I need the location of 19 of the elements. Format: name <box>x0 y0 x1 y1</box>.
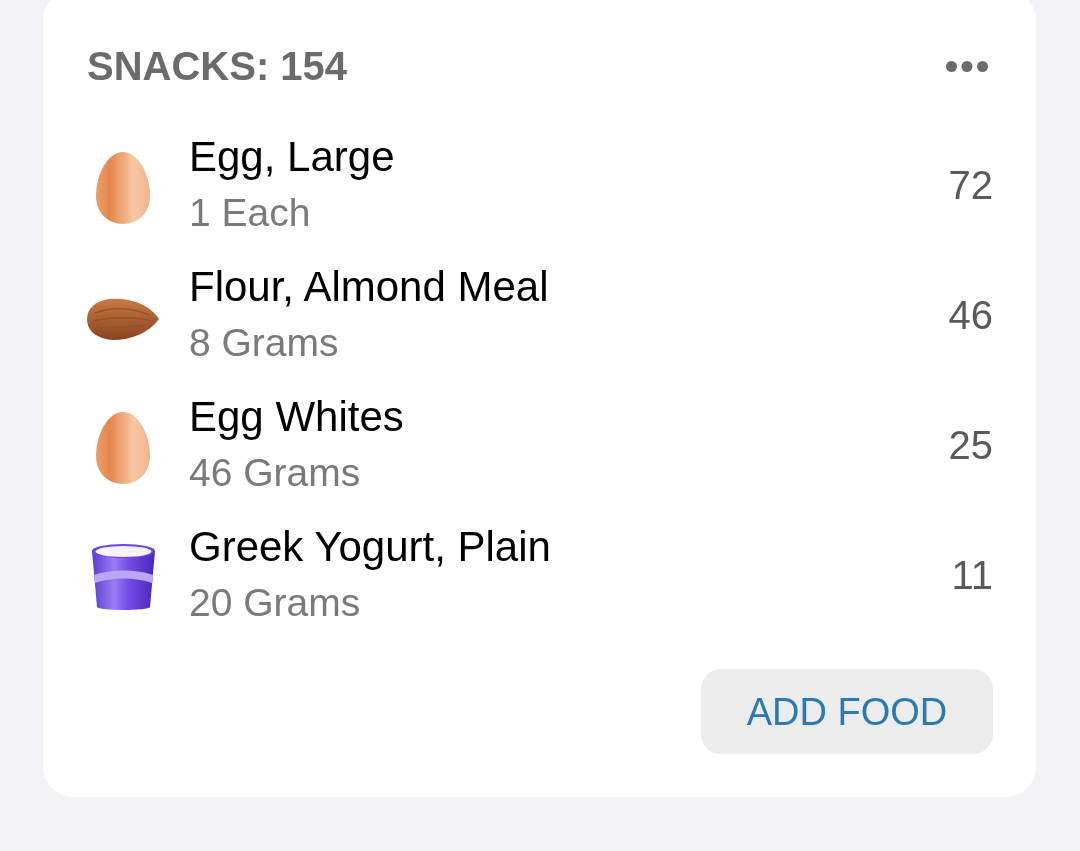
egg-icon <box>96 412 150 484</box>
food-name: Greek Yogurt, Plain <box>189 522 551 572</box>
serving-size: 8 Grams <box>189 320 339 366</box>
food-name: Flour, Almond Meal <box>189 262 549 312</box>
food-name: Egg Whites <box>189 392 404 442</box>
serving-size: 1 Each <box>189 190 311 236</box>
egg-icon <box>96 152 150 224</box>
calorie-count: 25 <box>948 422 993 469</box>
serving-size: 46 Grams <box>189 450 361 496</box>
more-icon[interactable] <box>946 60 988 72</box>
food-name: Egg, Large <box>189 132 395 182</box>
calorie-count: 72 <box>948 162 993 209</box>
calorie-count: 11 <box>951 552 993 599</box>
serving-size: 20 Grams <box>189 580 361 626</box>
calorie-count: 46 <box>948 292 993 339</box>
yogurt-cup-icon <box>90 543 156 613</box>
meal-title: SNACKS: 154 <box>87 43 348 90</box>
add-food-button[interactable]: ADD FOOD <box>701 669 993 754</box>
almond-icon <box>87 296 159 340</box>
